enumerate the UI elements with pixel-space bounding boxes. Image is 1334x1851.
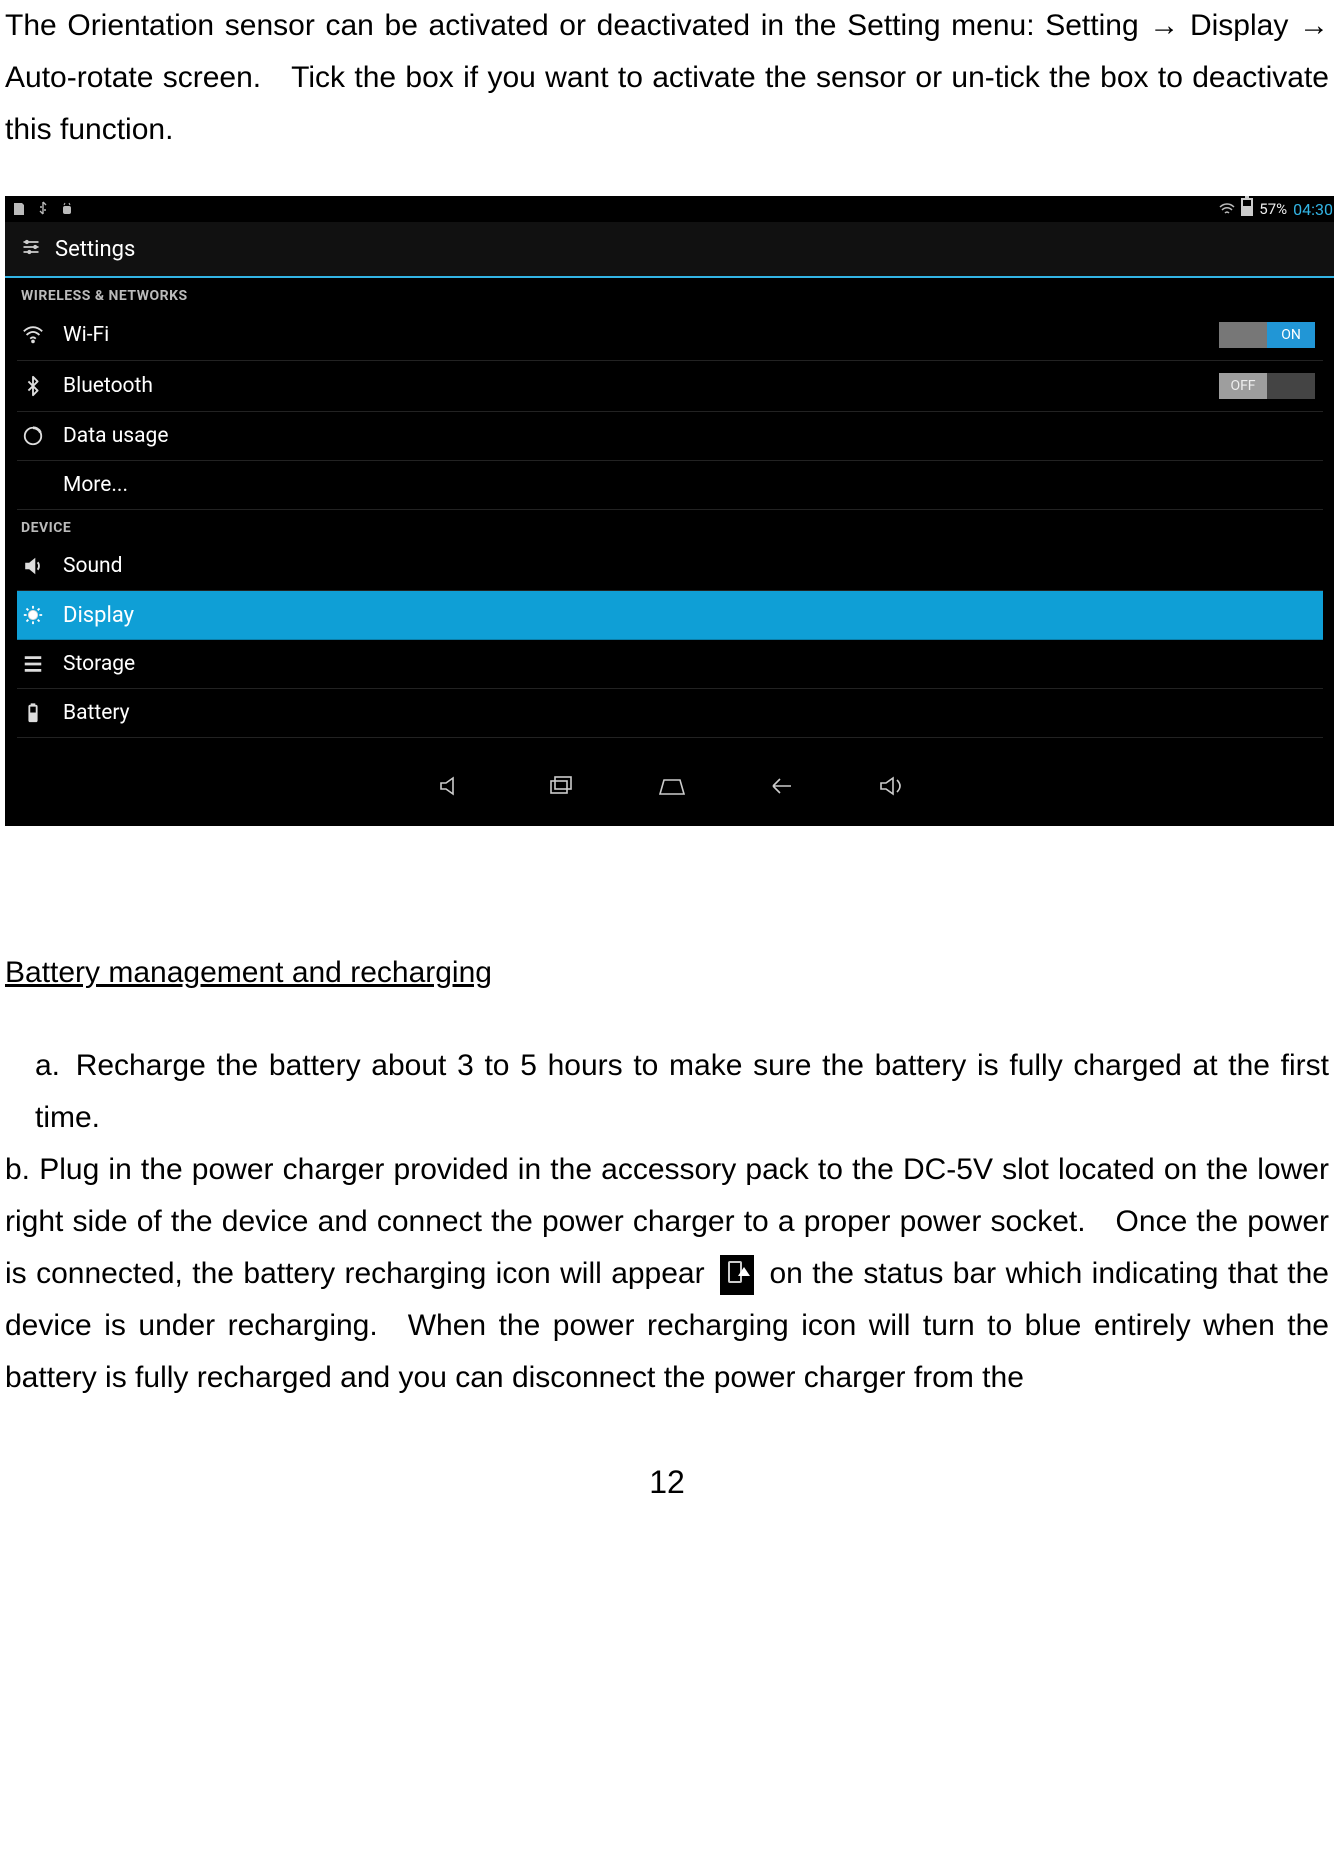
storage-icon — [21, 653, 45, 675]
data-usage-icon — [21, 425, 45, 447]
home-icon[interactable] — [657, 774, 687, 802]
page-number: 12 — [5, 1464, 1329, 1501]
sd-card-icon — [11, 201, 27, 217]
list-label-b: b. — [5, 1153, 30, 1186]
battery-percent: 57% — [1259, 200, 1287, 218]
sound-icon — [21, 555, 45, 577]
row-storage[interactable]: Storage — [17, 640, 1323, 689]
charging-battery-icon — [720, 1255, 754, 1295]
usb-icon — [35, 201, 51, 217]
recent-apps-icon[interactable] — [547, 774, 577, 802]
system-navbar — [5, 764, 1334, 812]
row-label: Display — [63, 603, 1323, 628]
android-debug-icon — [59, 201, 75, 217]
volume-down-icon[interactable] — [437, 774, 467, 802]
row-label: Data usage — [63, 424, 1323, 448]
row-label: Sound — [63, 554, 1323, 578]
row-display[interactable]: Display — [17, 591, 1323, 640]
list-item-a: a. Recharge the battery about 3 to 5 hou… — [5, 1040, 1329, 1144]
volume-up-icon[interactable] — [877, 774, 907, 802]
embedded-screenshot: 57% 04:30 Settings WIRELESS & NETWORKS W… — [5, 196, 1334, 826]
section-battery-management-title: Battery management and recharging — [5, 956, 1329, 990]
battery-icon — [21, 702, 45, 724]
status-bar: 57% 04:30 — [5, 196, 1334, 222]
wifi-icon — [21, 324, 45, 346]
list-text-a: Recharge the battery about 3 to 5 hours … — [35, 1049, 1329, 1134]
row-wifi[interactable]: Wi-Fi ON — [17, 310, 1323, 361]
row-bluetooth[interactable]: Bluetooth OFF — [17, 361, 1323, 412]
row-label: Battery — [63, 701, 1323, 725]
row-label: Wi-Fi — [63, 323, 1201, 347]
section-header-device: DEVICE — [17, 510, 1323, 542]
list-label-a: a. — [35, 1040, 65, 1092]
row-battery[interactable]: Battery — [17, 689, 1323, 738]
wifi-toggle[interactable]: ON — [1219, 322, 1315, 348]
row-label: Storage — [63, 652, 1323, 676]
list-item-b: b. Plug in the power charger provided in… — [5, 1144, 1329, 1404]
settings-titlebar: Settings — [5, 222, 1334, 278]
row-more[interactable]: More... — [17, 461, 1323, 510]
row-data-usage[interactable]: Data usage — [17, 412, 1323, 461]
row-label: More... — [21, 473, 1323, 497]
bluetooth-icon — [21, 375, 45, 397]
settings-sliders-icon — [21, 237, 41, 261]
clock: 04:30 — [1293, 200, 1333, 219]
section-header-wireless: WIRELESS & NETWORKS — [17, 278, 1323, 310]
settings-title-label: Settings — [55, 237, 135, 262]
battery-icon — [1241, 198, 1253, 220]
wifi-icon — [1219, 201, 1235, 217]
row-label: Bluetooth — [63, 374, 1201, 398]
paragraph-orientation-sensor: The Orientation sensor can be activated … — [5, 0, 1329, 156]
settings-list: WIRELESS & NETWORKS Wi-Fi ON Bluetooth O… — [5, 278, 1334, 756]
display-icon — [21, 604, 45, 626]
back-icon[interactable] — [767, 774, 797, 802]
row-sound[interactable]: Sound — [17, 542, 1323, 591]
bluetooth-toggle[interactable]: OFF — [1219, 373, 1315, 399]
